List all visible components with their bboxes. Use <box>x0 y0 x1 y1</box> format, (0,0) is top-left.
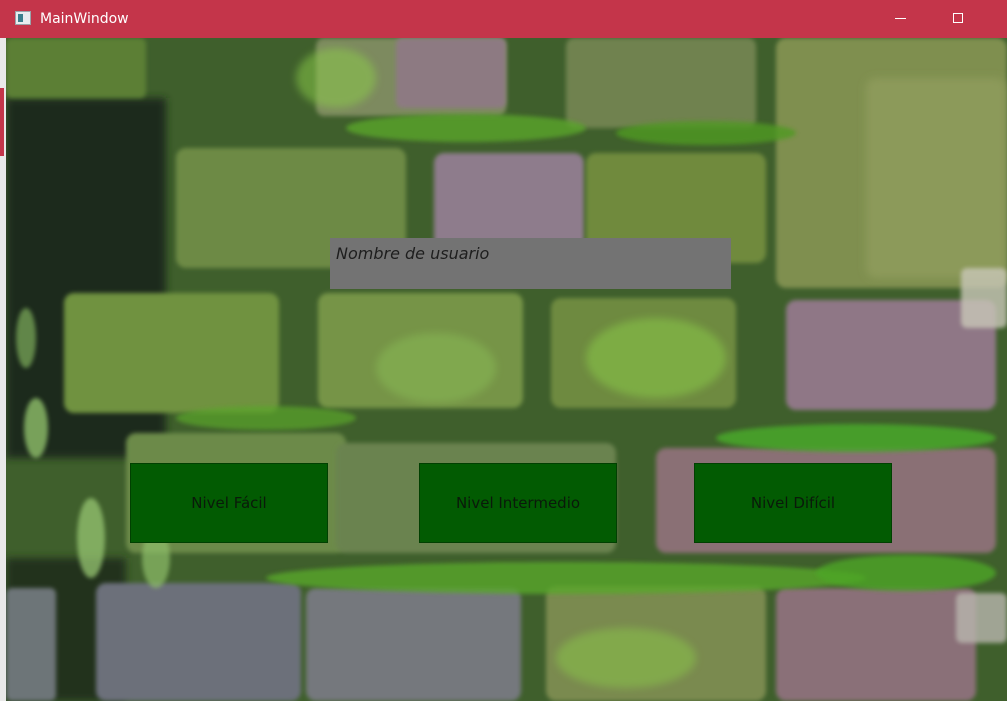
maximize-icon <box>953 13 963 23</box>
minimize-icon <box>895 18 906 19</box>
background-window-accent <box>0 88 4 156</box>
hard-level-button[interactable]: Nivel Difícil <box>694 463 892 543</box>
window-title: MainWindow <box>40 11 129 27</box>
app-window-icon <box>15 11 31 25</box>
maximize-button[interactable] <box>936 0 982 38</box>
username-input[interactable]: Nombre de usuario <box>330 238 731 289</box>
mossy-stone-wall-background <box>6 38 1007 701</box>
main-window: MainWindow Nombre de usuario Nivel Fácil… <box>0 0 1007 701</box>
intermediate-level-button[interactable]: Nivel Intermedio <box>419 463 617 543</box>
client-area: Nombre de usuario Nivel Fácil Nivel Inte… <box>6 38 1007 701</box>
title-bar[interactable]: MainWindow <box>0 0 1007 38</box>
username-placeholder: Nombre de usuario <box>336 244 490 263</box>
easy-level-button[interactable]: Nivel Fácil <box>130 463 328 543</box>
minimize-button[interactable] <box>878 0 924 38</box>
